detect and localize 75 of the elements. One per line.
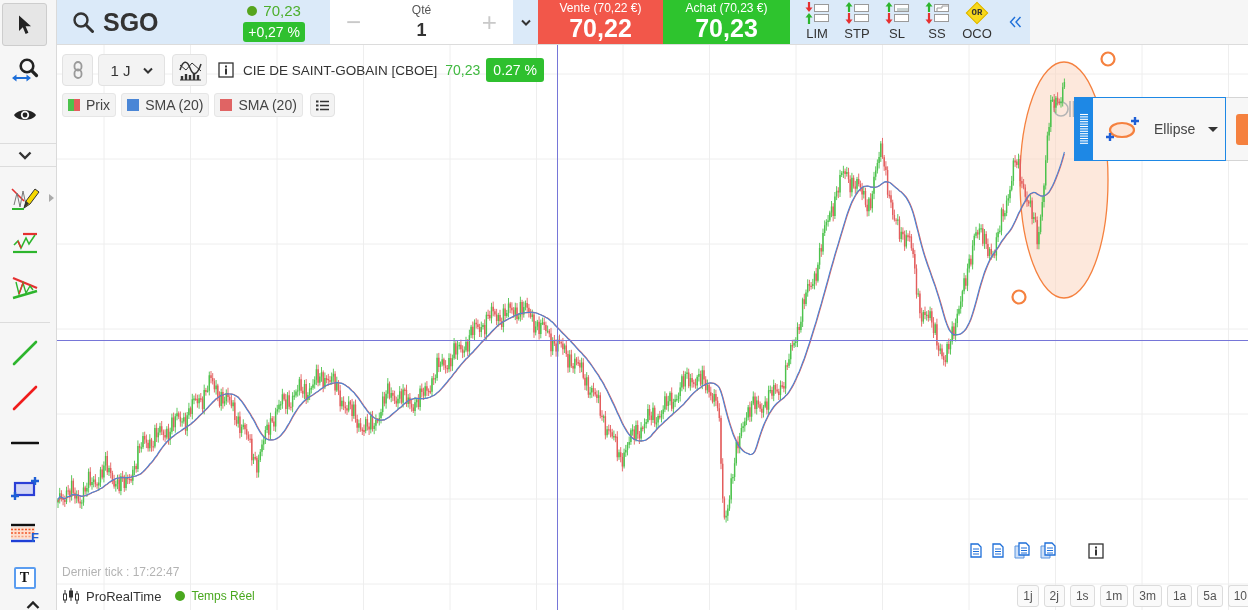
- diagonal-line-icon: [10, 383, 39, 412]
- horizontal-line-icon: [10, 439, 39, 446]
- order-type-button[interactable]: LIM: [797, 0, 837, 45]
- candlestick-icon: [62, 588, 80, 604]
- legend-item[interactable]: SMA (20): [214, 93, 303, 117]
- timeframe-button[interactable]: 1a: [1166, 585, 1193, 607]
- rectangle-icon: [10, 475, 39, 500]
- list-icon: [315, 99, 329, 111]
- order-arrows-icon: [885, 1, 909, 24]
- grip-icon[interactable]: [1075, 98, 1093, 160]
- document-icon[interactable]: [992, 543, 1004, 558]
- pointer-tool-button[interactable]: [2, 3, 47, 46]
- info-icon[interactable]: [1088, 542, 1104, 559]
- timeframe-button[interactable]: 10: [1227, 585, 1248, 607]
- chevron-down-icon: [142, 66, 153, 74]
- chain-link-icon: [72, 61, 83, 79]
- timeframe-button[interactable]: 5a: [1197, 585, 1223, 607]
- timeframe-button[interactable]: 2j: [1043, 585, 1065, 607]
- last-price: 70,23: [445, 62, 481, 78]
- indicator-chart-icon: [177, 59, 202, 81]
- timeframe-button[interactable]: 1j: [1017, 585, 1039, 607]
- documents-icon[interactable]: [1014, 542, 1030, 559]
- resize-handle[interactable]: [1011, 289, 1027, 305]
- order-arrows-icon: [805, 1, 829, 24]
- interval-dropdown[interactable]: 1 J: [98, 54, 165, 86]
- candle-colors-swatch-icon: [68, 99, 80, 111]
- quantity-field[interactable]: 1: [406, 20, 437, 41]
- order-type-button[interactable]: STP: [837, 0, 877, 45]
- resize-handle[interactable]: [1100, 51, 1116, 67]
- zoom-icon: [10, 56, 39, 83]
- timeframe-button[interactable]: 1m: [1099, 585, 1129, 607]
- timeframe-button[interactable]: 3m: [1133, 585, 1162, 607]
- documents-icon[interactable]: [1040, 542, 1056, 559]
- change-badge: 0.27 %: [486, 58, 544, 82]
- status-dot-icon: [175, 591, 186, 601]
- eye-icon: [12, 107, 37, 122]
- chevron-up-icon: [25, 601, 40, 609]
- brand-name: ProRealTime: [86, 588, 162, 604]
- ellipse-icon: [1105, 116, 1141, 142]
- link-button[interactable]: [62, 54, 93, 86]
- legend-item[interactable]: Prix: [62, 93, 117, 117]
- caret-down-icon: [1208, 126, 1219, 132]
- legend-item[interactable]: SMA (20): [121, 93, 210, 117]
- document-icon[interactable]: [970, 543, 982, 558]
- diagonal-line-icon: [10, 338, 39, 367]
- chevron-down-icon: [520, 18, 531, 26]
- last-price: 70,23: [263, 2, 301, 19]
- dropdown-button[interactable]: [513, 0, 538, 44]
- order-arrows-icon: [925, 1, 949, 24]
- info-icon[interactable]: [218, 62, 234, 78]
- quantity-label: Qté: [411, 3, 432, 17]
- symbol-label: SGO: [103, 7, 159, 37]
- feed-status: Temps Réel: [191, 589, 255, 603]
- order-type-button[interactable]: OR OCO: [957, 0, 997, 45]
- list-button[interactable]: [309, 93, 335, 117]
- change-badge: +0,27 %: [243, 22, 305, 42]
- chevron-down-icon: [17, 150, 32, 160]
- shape-dropdown[interactable]: Ellipse: [1093, 98, 1225, 160]
- channel-icon: [10, 231, 39, 254]
- search-icon[interactable]: [72, 11, 94, 33]
- order-arrows-icon: [845, 1, 869, 24]
- circle-bars-icon: [1053, 100, 1075, 118]
- text-tool-button[interactable]: T: [2, 556, 47, 599]
- fibonacci-tool-button[interactable]: F: [2, 511, 47, 554]
- order-type-button[interactable]: SS: [917, 0, 957, 45]
- pointer-icon: [17, 14, 32, 35]
- instrument-name: CIE DE SAINT-GOBAIN [CBOE]: [243, 62, 438, 78]
- timeframe-button[interactable]: 1s: [1069, 585, 1095, 607]
- double-chevron-left-icon[interactable]: [1008, 16, 1022, 28]
- color-button[interactable]: [1236, 113, 1248, 145]
- last-tick-time: Dernier tick : 17:22:47: [62, 565, 180, 579]
- order-type-button[interactable]: SL: [877, 0, 917, 45]
- indicators-button[interactable]: [172, 54, 207, 86]
- triangle-pattern-icon: [10, 275, 39, 300]
- status-dot-icon: [247, 5, 258, 16]
